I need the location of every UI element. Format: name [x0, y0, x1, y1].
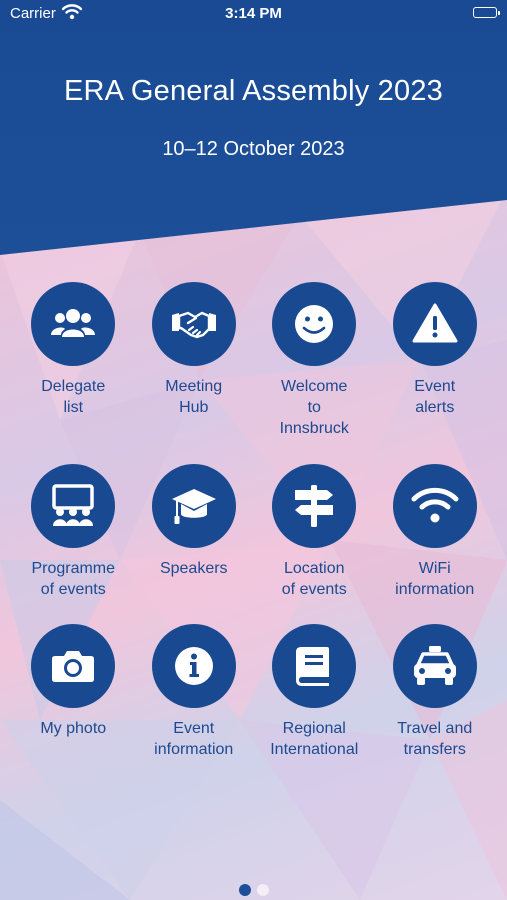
camera-icon [31, 624, 116, 708]
event-dates: 10–12 October 2023 [162, 138, 345, 160]
page-title: ERA General Assembly 2023 [64, 75, 443, 107]
tile-label: Meeting Hub [165, 378, 223, 416]
tile-label: Event alerts [414, 378, 456, 416]
presentation-icon [31, 464, 116, 548]
tile-speakers[interactable]: Speakers [134, 464, 255, 624]
tile-label: My photo [40, 720, 107, 737]
tile-event-alerts[interactable]: Event alerts [375, 282, 496, 464]
smiley-icon [272, 282, 357, 366]
tile-wifi-information[interactable]: WiFi information [375, 464, 496, 624]
tile-label: Travel and transfers [397, 720, 473, 758]
tile-label: Location of events [281, 560, 347, 598]
menu-grid: Delegate list Meeting Hub Welcome to Inn… [13, 282, 495, 784]
tile-label: Programme of events [31, 560, 116, 598]
tile-label: Event information [154, 720, 234, 758]
tile-label: Delegate list [41, 378, 106, 416]
tile-regional-international[interactable]: Regional International [254, 624, 375, 784]
handshake-icon [151, 282, 236, 366]
warning-icon [392, 282, 477, 366]
page-dot-1[interactable] [238, 884, 251, 896]
tile-label: Welcome to Innsbruck [279, 378, 349, 437]
tile-label: Regional International [270, 720, 359, 758]
tile-location-of-events[interactable]: Location of events [254, 464, 375, 624]
status-time: 3:14 PM [225, 5, 282, 22]
tile-label: Speakers [159, 560, 228, 577]
tile-programme-of-events[interactable]: Programme of events [13, 464, 134, 624]
tile-welcome-to-innsbruck[interactable]: Welcome to Innsbruck [254, 282, 375, 464]
tile-label: WiFi information [395, 560, 475, 598]
signpost-icon [272, 464, 357, 548]
taxi-icon [392, 624, 477, 708]
tile-delegate-list[interactable]: Delegate list [13, 282, 134, 464]
book-icon [272, 624, 357, 708]
tile-event-information[interactable]: Event information [134, 624, 255, 784]
group-icon [31, 282, 116, 366]
graduation-cap-icon [151, 464, 236, 548]
wifi-icon [392, 464, 477, 548]
page-dot-2[interactable] [256, 884, 269, 896]
tile-meeting-hub[interactable]: Meeting Hub [134, 282, 255, 464]
info-icon [151, 624, 236, 708]
page-indicator[interactable] [0, 884, 507, 896]
battery-icon [473, 7, 500, 18]
tile-my-photo[interactable]: My photo [13, 624, 134, 784]
status-bar: Carrier 3:14 PM [0, 0, 507, 28]
tile-travel-and-transfers[interactable]: Travel and transfers [375, 624, 496, 784]
